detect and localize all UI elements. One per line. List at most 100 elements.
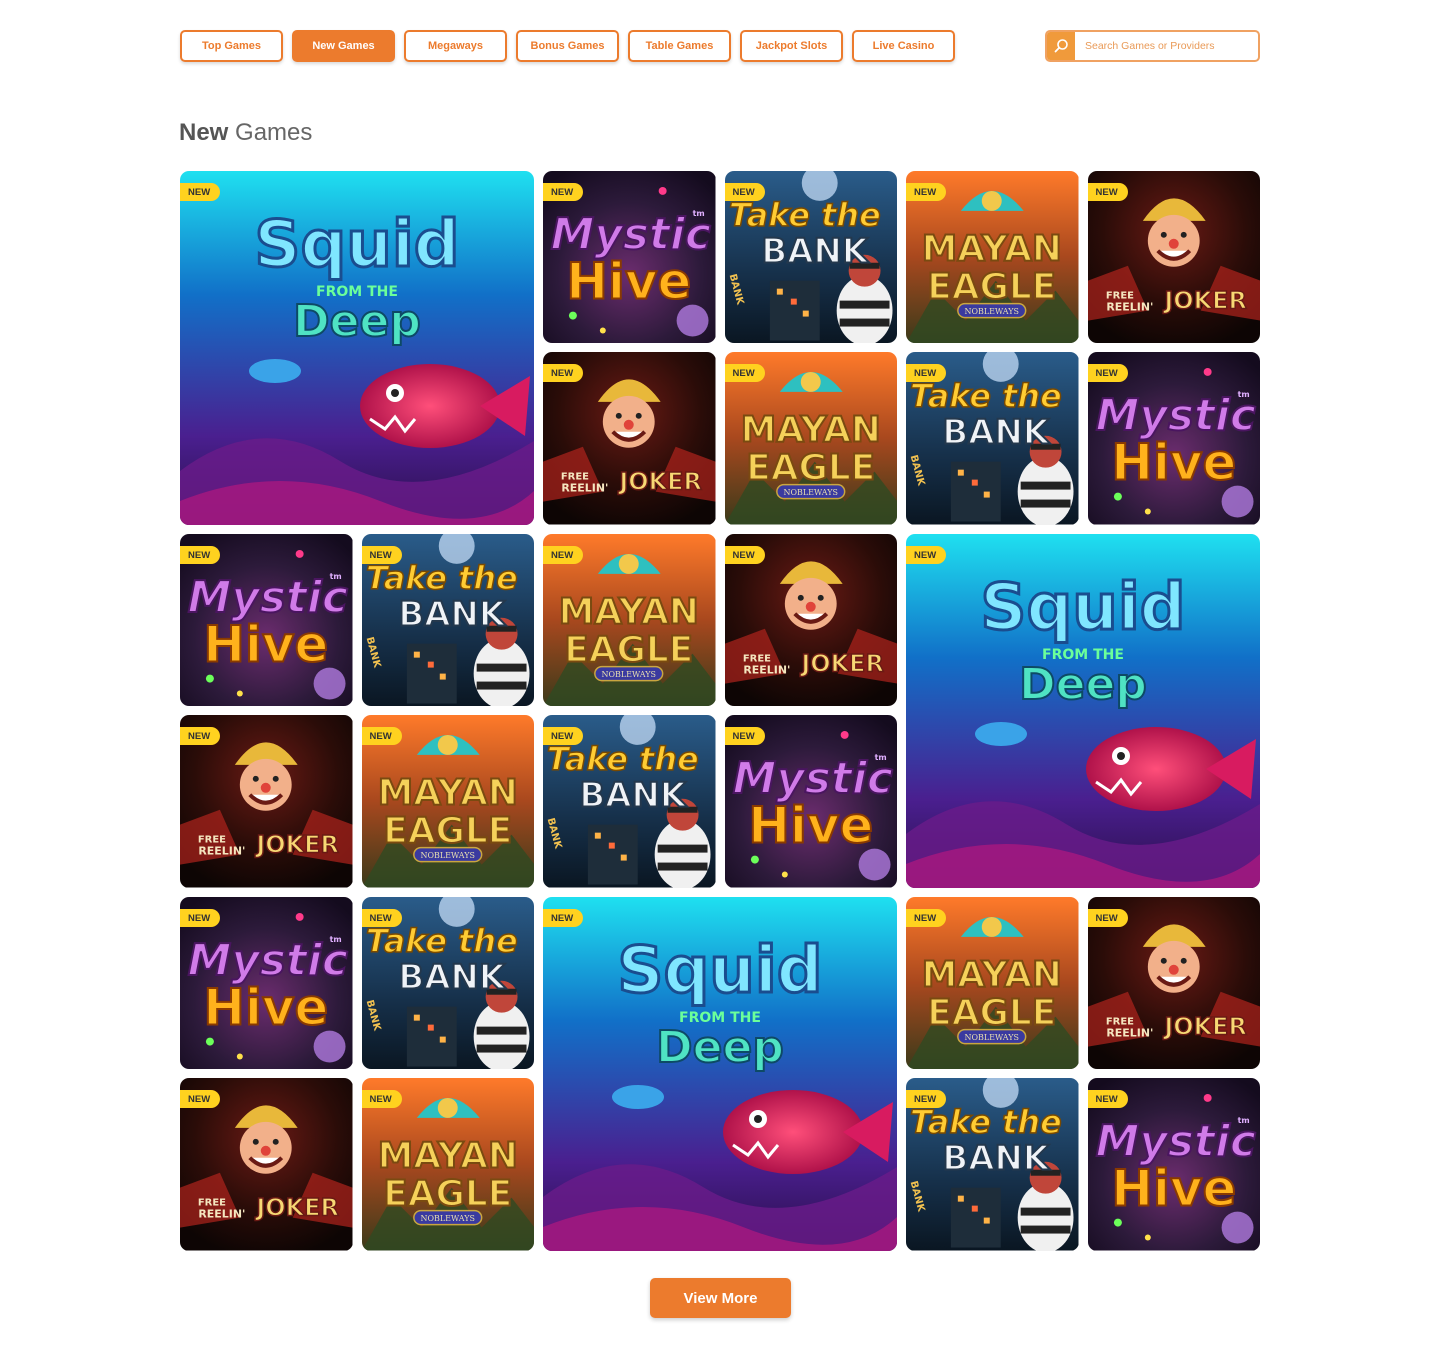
game-tile-bank[interactable]: BANK Take the BANK NEW	[724, 170, 897, 343]
game-title-line2: Hive	[203, 978, 328, 1036]
new-badge: NEW	[906, 908, 947, 927]
game-title-line2: Hive	[203, 615, 328, 673]
game-title-line1: MAYAN	[922, 954, 1062, 995]
game-title-line2: EAGLE	[927, 266, 1056, 307]
game-title-line1: Take the	[910, 1103, 1062, 1141]
new-badge: NEW	[361, 727, 402, 745]
game-tile-joker[interactable]: FREE REELIN' JOKER NEW	[1087, 170, 1260, 343]
new-badge: NEW	[724, 545, 765, 564]
new-badge: NEW	[906, 182, 947, 201]
new-badge: NEW	[724, 364, 765, 382]
tab-new-games[interactable]: New Games	[292, 30, 395, 62]
game-tile-squid[interactable]: Squid FROM THE Deep NEW	[543, 896, 897, 1251]
game-tile-mystic[interactable]: Mystic Hive tm NEW	[1087, 352, 1260, 525]
game-tile-joker[interactable]: FREE REELIN' JOKER NEW	[724, 533, 897, 706]
game-title-line2: BANK	[942, 1139, 1050, 1178]
game-title-line2: REELIN'	[743, 663, 790, 676]
game-title-line1: Squid	[980, 571, 1185, 645]
game-title-line2: Hive	[748, 797, 873, 855]
game-title-line1: Take the	[910, 377, 1062, 415]
view-more-button[interactable]: View More	[650, 1278, 791, 1318]
game-tile-joker[interactable]: FREE REELIN' JOKER NEW	[180, 715, 353, 888]
tab-jackpot-slots[interactable]: Jackpot Slots	[740, 30, 843, 62]
game-title-line1: Squid	[254, 208, 459, 282]
tab-table-games[interactable]: Table Games	[628, 30, 731, 62]
game-tile-bank[interactable]: BANK Take the BANK NEW	[906, 352, 1079, 525]
search-box	[1045, 30, 1260, 62]
game-tile-mystic[interactable]: Mystic Hive tm NEW	[180, 896, 353, 1069]
game-category-nav: Top Games New Games Megaways Bonus Games…	[180, 30, 1260, 63]
game-tile-mystic[interactable]: Mystic Hive tm NEW	[180, 533, 353, 706]
game-tile-mayan[interactable]: MAYAN EAGLE NOBLEWAYS NEW	[906, 170, 1079, 343]
game-subtitle: NOBLEWAYS	[783, 488, 837, 497]
game-subtitle: NOBLEWAYS	[420, 1214, 474, 1223]
new-badge: NEW	[1087, 908, 1128, 927]
game-title-line3: JOKER	[254, 1194, 339, 1222]
game-tile-bank[interactable]: BANK Take the BANK NEW	[543, 715, 716, 888]
game-title-line2: EAGLE	[383, 1174, 512, 1215]
game-tile-squid[interactable]: Squid FROM THE Deep NEW	[906, 533, 1260, 888]
section-title-rest: Games	[228, 119, 313, 146]
new-badge: NEW	[724, 182, 765, 201]
game-tile-mayan[interactable]: MAYAN EAGLE NOBLEWAYS NEW	[361, 715, 534, 888]
new-badge: NEW	[906, 1090, 947, 1108]
new-badge: NEW	[180, 908, 221, 927]
game-subtitle: NOBLEWAYS	[965, 307, 1019, 316]
new-badge: NEW	[906, 364, 947, 382]
trademark-mark: tm	[693, 208, 705, 217]
game-title-line2: EAGLE	[746, 448, 875, 489]
game-tile-mayan[interactable]: MAYAN EAGLE NOBLEWAYS NEW	[543, 533, 716, 706]
new-badge: NEW	[180, 545, 221, 564]
game-tile-joker[interactable]: FREE REELIN' JOKER NEW	[1087, 896, 1260, 1069]
game-title-line1: MAYAN	[922, 228, 1062, 269]
game-title-line3: JOKER	[1162, 286, 1247, 314]
game-tile-mayan[interactable]: MAYAN EAGLE NOBLEWAYS NEW	[724, 352, 897, 525]
new-badge: NEW	[361, 908, 402, 927]
game-title-line2: BANK	[579, 776, 687, 815]
game-title-line1: Take the	[547, 740, 699, 778]
game-title-line2: REELIN'	[1106, 300, 1153, 313]
trademark-mark: tm	[330, 571, 342, 580]
new-badge: NEW	[180, 727, 221, 745]
game-title-line2: BANK	[942, 413, 1050, 452]
search-icon	[1054, 39, 1068, 53]
search-input[interactable]	[1075, 32, 1258, 60]
tab-bonus-games[interactable]: Bonus Games	[516, 30, 619, 62]
game-title-line2: Hive	[1111, 1160, 1236, 1218]
game-title-line3: JOKER	[1162, 1012, 1247, 1040]
game-title-line1: Squid	[617, 934, 822, 1008]
game-title-line2: REELIN'	[561, 482, 608, 495]
tab-top-games[interactable]: Top Games	[180, 30, 283, 62]
trademark-mark: tm	[1237, 1116, 1249, 1125]
game-subtitle: NOBLEWAYS	[420, 851, 474, 860]
new-badge: NEW	[1087, 1090, 1128, 1108]
game-title-line3: Deep	[1019, 659, 1147, 710]
tab-megaways[interactable]: Megaways	[404, 30, 507, 62]
search-button[interactable]	[1047, 32, 1075, 60]
game-title-line1: Take the	[365, 921, 517, 959]
game-title-line1: Take the	[728, 195, 880, 233]
game-title-line2: REELIN'	[1106, 1026, 1153, 1039]
game-title-line2: EAGLE	[383, 811, 512, 852]
game-tile-mystic[interactable]: Mystic Hive tm NEW	[1087, 1078, 1260, 1251]
game-tile-bank[interactable]: BANK Take the BANK NEW	[906, 1078, 1079, 1251]
game-title-line3: JOKER	[799, 649, 884, 677]
game-tile-squid[interactable]: Squid FROM THE Deep NEW	[180, 170, 534, 525]
new-badge: NEW	[543, 182, 584, 201]
new-badge: NEW	[361, 1090, 402, 1108]
game-tile-mayan[interactable]: MAYAN EAGLE NOBLEWAYS NEW	[361, 1078, 534, 1251]
game-tile-mystic[interactable]: Mystic Hive tm NEW	[543, 170, 716, 343]
game-title-line2: EAGLE	[927, 992, 1056, 1033]
game-tile-mystic[interactable]: Mystic Hive tm NEW	[724, 715, 897, 888]
game-tile-mayan[interactable]: MAYAN EAGLE NOBLEWAYS NEW	[906, 896, 1079, 1069]
game-tile-bank[interactable]: BANK Take the BANK NEW	[361, 533, 534, 706]
new-badge: NEW	[906, 545, 947, 564]
game-tile-joker[interactable]: FREE REELIN' JOKER NEW	[543, 352, 716, 525]
game-tile-joker[interactable]: FREE REELIN' JOKER NEW	[180, 1078, 353, 1251]
section-title-strong: New	[179, 119, 229, 146]
new-badge: NEW	[1087, 182, 1128, 201]
game-title-line1: Take the	[365, 558, 517, 596]
tab-live-casino[interactable]: Live Casino	[852, 30, 955, 62]
game-title-line1: MAYAN	[559, 591, 699, 632]
game-tile-bank[interactable]: BANK Take the BANK NEW	[361, 896, 534, 1069]
